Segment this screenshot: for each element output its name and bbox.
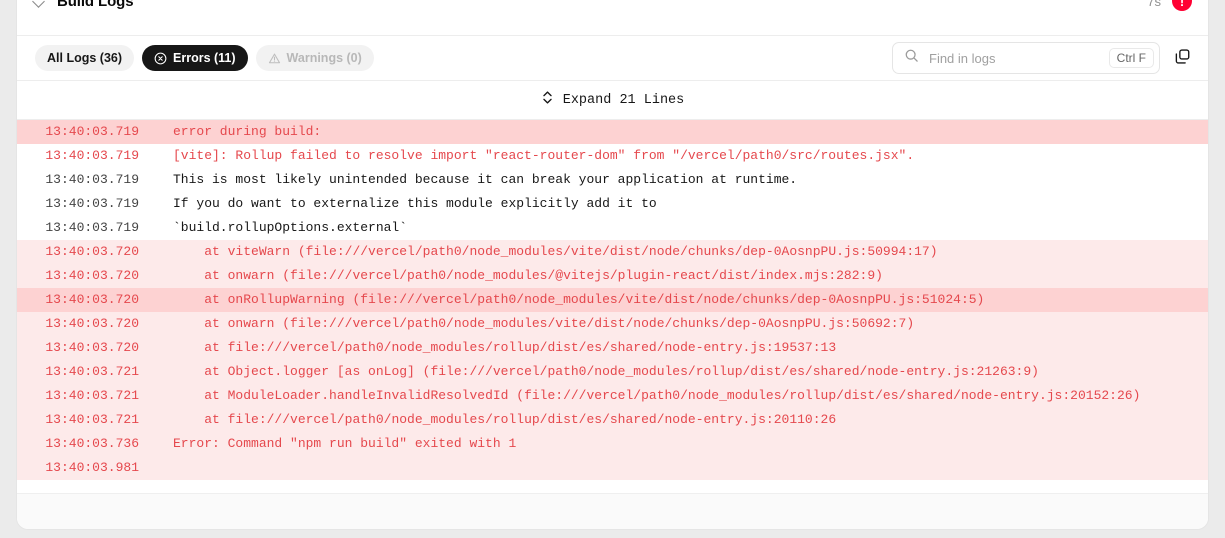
copy-logs-button[interactable]: [1170, 46, 1194, 70]
log-row: 13:40:03.719 [vite]: Rollup failed to res…: [17, 144, 1208, 168]
log-row: 13:40:03.719 error during build:: [17, 120, 1208, 144]
log-timestamp: 13:40:03.721: [45, 364, 139, 379]
log-row: 13:40:03.720 at onwarn (file:///vercel/p…: [17, 312, 1208, 336]
log-timestamp: 13:40:03.719: [45, 172, 139, 187]
panel-footer: [17, 493, 1208, 529]
log-message: at viteWarn (file:///vercel/path0/node_m…: [173, 244, 938, 259]
log-list: 13:40:03.719 error during build: 13:40:03.…: [17, 120, 1208, 493]
log-timestamp: 13:40:03.720: [45, 244, 139, 259]
log-timestamp: 13:40:03.719: [45, 148, 139, 163]
filter-warnings-label: Warnings (0): [286, 51, 362, 65]
log-row: 13:40:03.721 at Object.logger [as onLog]…: [17, 360, 1208, 384]
log-timestamp: 13:40:03.720: [45, 316, 139, 331]
log-row: 13:40:03.720 at file:///vercel/path0/nod…: [17, 336, 1208, 360]
chevron-down-icon[interactable]: [31, 0, 47, 9]
search-area: Ctrl F: [892, 42, 1194, 74]
log-message: at file:///vercel/path0/node_modules/rol…: [173, 340, 837, 355]
expand-lines-button[interactable]: Expand 21 Lines: [17, 80, 1208, 120]
log-row: 13:40:03.736 Error: Command "npm run buil…: [17, 432, 1208, 456]
log-message: [vite]: Rollup failed to resolve import …: [173, 148, 915, 163]
circle-x-icon: [154, 52, 167, 65]
filter-all-logs-label: All Logs (36): [47, 51, 123, 65]
log-message: at onwarn (file:///vercel/path0/node_mod…: [173, 268, 883, 283]
log-message: at onwarn (file:///vercel/path0/node_mod…: [173, 316, 915, 331]
log-timestamp: 13:40:03.720: [45, 340, 139, 355]
filter-warnings[interactable]: Warnings (0): [255, 45, 374, 71]
log-timestamp: 13:40:03.720: [45, 268, 139, 283]
search-box[interactable]: Ctrl F: [892, 42, 1160, 74]
panel-header: Build Logs 7s !: [17, 0, 1208, 35]
logs-toolbar: All Logs (36) Errors (11) Warnings (0) F…: [17, 35, 1208, 80]
filter-all-logs[interactable]: All Logs (36): [35, 45, 135, 71]
log-timestamp: 13:40:03.981: [45, 460, 139, 475]
log-message: error during build:: [173, 124, 322, 139]
log-timestamp: 13:40:03.721: [45, 388, 139, 403]
chevron-up-down-icon: [541, 89, 554, 111]
log-row: 13:40:03.720 at onwarn (file:///vercel/p…: [17, 264, 1208, 288]
log-row: 13:40:03.720 at viteWarn (file:///vercel…: [17, 240, 1208, 264]
log-row: 13:40:03.720 at onRollupWarning (file://…: [17, 288, 1208, 312]
log-timestamp: 13:40:03.721: [45, 412, 139, 427]
log-row: 13:40:03.719 This is most likely unintend…: [17, 168, 1208, 192]
log-timestamp: 13:40:03.719: [45, 196, 139, 211]
page-title: Build Logs: [57, 0, 134, 10]
log-timestamp: 13:40:03.719: [45, 220, 139, 235]
log-message: This is most likely unintended because i…: [173, 172, 798, 187]
log-row: 13:40:03.981: [17, 456, 1208, 480]
search-input[interactable]: [927, 49, 1109, 67]
page-root: Build Logs 7s ! All Logs (36) Errors (11…: [0, 0, 1225, 538]
search-shortcut-badge: Ctrl F: [1108, 48, 1154, 68]
expand-lines-label: Expand 21 Lines: [562, 92, 685, 108]
warning-triangle-icon: [268, 52, 281, 65]
status-badge: !: [1172, 0, 1192, 11]
panel-header-right: 7s !: [1147, 0, 1192, 11]
log-message: at onRollupWarning (file:///vercel/path0…: [173, 292, 985, 307]
log-row: 13:40:03.721 at file:///vercel/path0/nod…: [17, 408, 1208, 432]
copy-icon: [1174, 48, 1191, 68]
log-timestamp: 13:40:03.719: [45, 124, 139, 139]
filter-errors[interactable]: Errors (11): [142, 45, 248, 71]
log-timestamp: 13:40:03.720: [45, 292, 139, 307]
log-message: at file:///vercel/path0/node_modules/rol…: [173, 412, 837, 427]
log-row: 13:40:03.721 at ModuleLoader.handleInval…: [17, 384, 1208, 408]
log-message: at ModuleLoader.handleInvalidResolvedId …: [173, 388, 1141, 403]
log-message: at Object.logger [as onLog] (file:///ver…: [173, 364, 1039, 379]
build-logs-panel: Build Logs 7s ! All Logs (36) Errors (11…: [16, 0, 1209, 530]
build-duration: 7s: [1147, 0, 1161, 9]
log-timestamp: 13:40:03.736: [45, 436, 139, 451]
log-message: `build.rollupOptions.external`: [173, 220, 408, 235]
log-row: 13:40:03.719 If you do want to externaliz…: [17, 192, 1208, 216]
log-message: If you do want to externalize this modul…: [173, 196, 657, 211]
log-row: 13:40:03.719 `build.rollupOptions.externa…: [17, 216, 1208, 240]
panel-header-left[interactable]: Build Logs: [31, 0, 134, 10]
filter-errors-label: Errors (11): [173, 51, 236, 65]
log-message: Error: Command "npm run build" exited wi…: [173, 436, 517, 451]
search-icon: [904, 48, 919, 68]
